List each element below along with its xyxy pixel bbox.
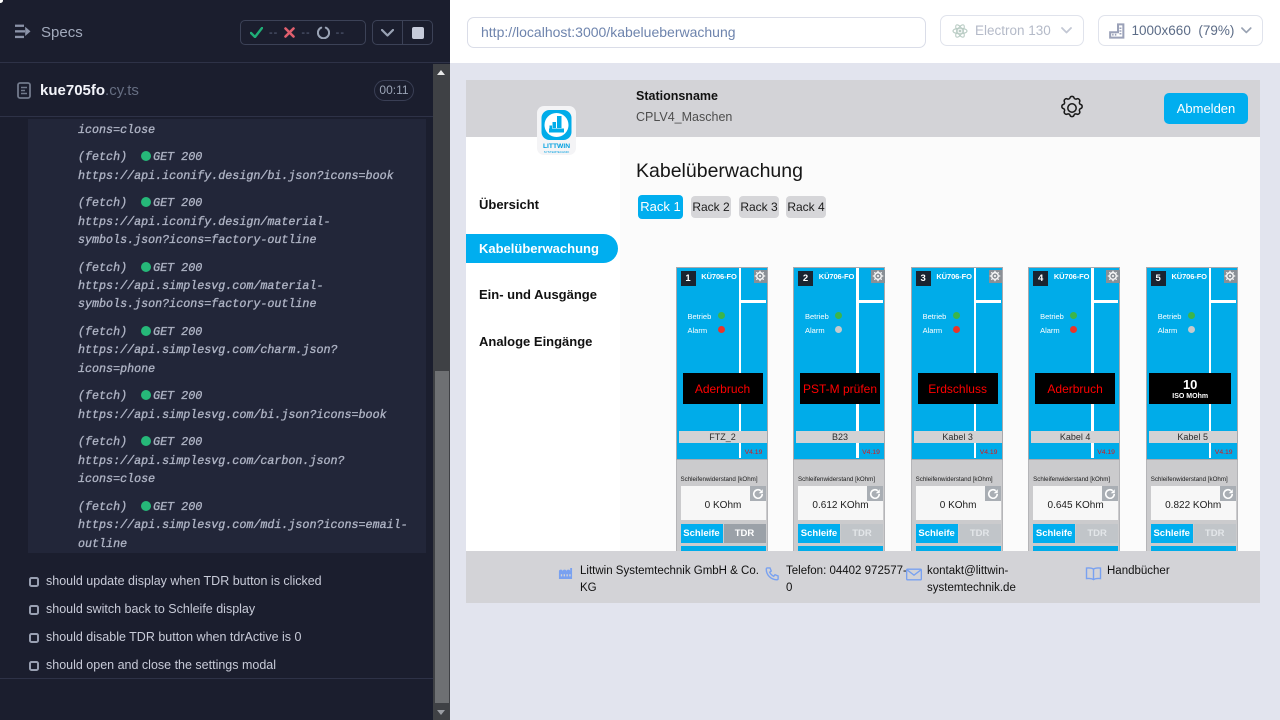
svg-text:LITTWIN: LITTWIN xyxy=(543,143,570,150)
svg-text:SYSTEMTECHNIK: SYSTEMTECHNIK xyxy=(544,150,570,154)
